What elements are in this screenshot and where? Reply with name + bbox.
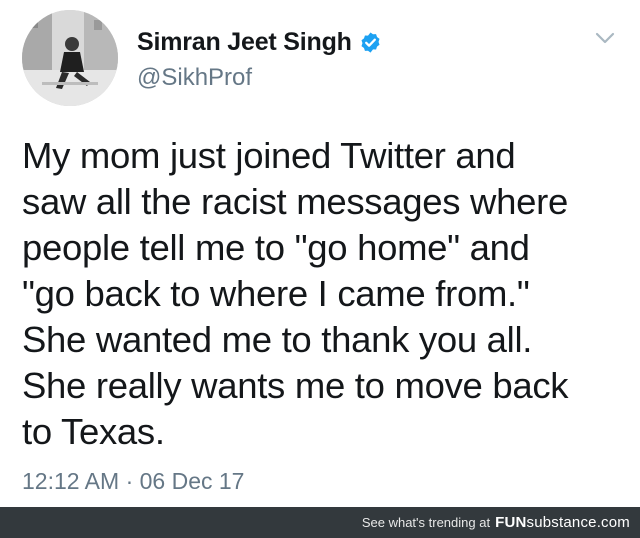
profile-photo xyxy=(22,10,118,106)
watermark-brand: FUNsubstance.com xyxy=(495,514,630,531)
watermark-bar: See what's trending at FUNsubstance.com xyxy=(0,507,640,538)
avatar[interactable] xyxy=(22,10,118,106)
chevron-down-icon[interactable] xyxy=(594,30,616,46)
tweet-timestamp[interactable]: 12:12 AM · 06 Dec 17 xyxy=(22,468,244,495)
tweet-text: My mom just joined Twitter and saw all t… xyxy=(22,135,569,452)
name-row: Simran Jeet Singh xyxy=(137,28,382,57)
display-name[interactable]: Simran Jeet Singh xyxy=(137,28,352,57)
brand-suffix: substance.com xyxy=(526,514,630,531)
brand-prefix: FUN xyxy=(495,514,527,531)
user-handle[interactable]: @SikhProf xyxy=(137,64,252,92)
watermark-content: See what's trending at FUNsubstance.com xyxy=(362,514,630,531)
tweet-card: Simran Jeet Singh @SikhProf My mom just … xyxy=(0,0,640,507)
verified-badge-icon xyxy=(361,32,380,53)
watermark-text: See what's trending at xyxy=(361,515,491,530)
